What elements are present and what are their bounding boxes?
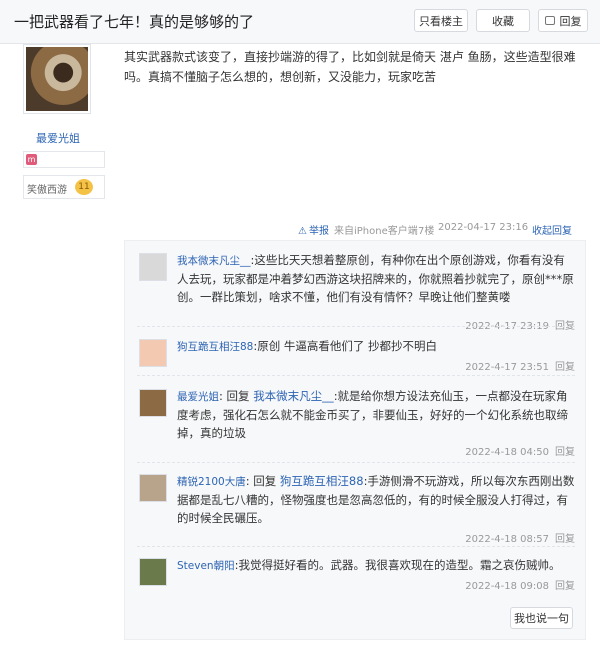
reply-button-label: 回复 [559,14,582,28]
author-only-button[interactable]: 只看楼主 [414,9,468,32]
reply-user[interactable]: 最爱光姐 [177,391,219,403]
reply-user[interactable]: 精锐2100大唐 [177,476,246,488]
author-name[interactable]: 最爱光姐 [14,130,102,146]
reply-button[interactable]: 回复 [538,9,588,32]
member-icon[interactable]: m [26,154,37,165]
reply-text: Steven朝阳:我觉得挺好看的。武器。我很喜欢现在的造型。霜之哀伤贼帅。 [177,556,575,575]
reply-meta: 2022-4-18 08:57 回复 [465,530,575,545]
reply-meta: 2022-4-18 09:08 回复 [465,577,575,592]
report-link[interactable]: ⚠ 举报 [298,222,329,237]
reply-meta: 2022-4-17 23:19 回复 [465,317,575,332]
reply-user[interactable]: 狗互跪互相汪88 [177,341,253,353]
author-sidebar: 最爱光姐 m 笑傲西游 11 [14,44,105,604]
reply-reply-button[interactable]: 回复 [555,534,575,545]
reply-target-user[interactable]: 狗互跪互相汪88 [280,474,364,488]
reply-meta: 2022-4-17 23:51 回复 [465,358,575,373]
level-name: 笑傲西游 [27,185,67,196]
reply-content: 我觉得挺好看的。武器。我很喜欢现在的造型。霜之哀伤贼帅。 [238,558,561,572]
reply-reply-button[interactable]: 回复 [555,362,575,373]
reply-text: 精锐2100大唐: 回复 狗互跪互相汪88:手游侧滑不玩游戏，所以每次东西刚出数… [177,472,575,527]
divider [137,326,575,327]
reply-avatar[interactable] [139,253,167,281]
thread-title: 一把武器看了七年！真的是够够的了 [14,13,255,31]
reply-time: 2022-4-18 09:08 [465,581,549,592]
reply-prefix: : 回复 [245,474,280,488]
reply-avatar[interactable] [139,339,167,367]
post-content: 其实武器款式该变了，直接抄端游的得了，比如剑就是倚天 湛卢 鱼肠，这些造型很难吗… [124,50,576,84]
reply-content: 原创 牛逼高看他们了 抄都抄不明白 [257,339,438,353]
reply-prefix: : 回复 [219,389,254,403]
level-number: 11 [75,179,93,195]
divider [137,462,575,463]
reply-user[interactable]: 我本微末凡尘__ [177,255,251,267]
divider [137,375,575,376]
member-badge-row: m [23,151,105,168]
reply-avatar[interactable] [139,558,167,586]
say-something-button[interactable]: 我也说一句 [510,607,573,629]
reply-time: 2022-4-17 23:51 [465,362,549,373]
reply-reply-button[interactable]: 回复 [555,581,575,592]
reply-text: 狗互跪互相汪88:原创 牛逼高看他们了 抄都抄不明白 [177,337,575,356]
reply-meta: 2022-4-18 04:50 回复 [465,443,575,458]
reply-avatar[interactable] [139,474,167,502]
post-time: 2022-04-17 23:16 [438,222,529,233]
reply-user[interactable]: Steven朝阳 [177,560,235,572]
author-avatar[interactable] [23,44,91,114]
comment-icon [544,16,555,25]
divider [137,546,575,547]
reply-avatar[interactable] [139,389,167,417]
fold-replies-link[interactable]: 收起回复 [532,222,572,237]
post-floor: 7楼 [418,226,435,237]
level-badge[interactable]: 笑傲西游 11 [23,175,105,199]
reply-target-user[interactable]: 我本微末凡尘__ [253,389,334,403]
collect-button[interactable]: 收藏 [476,9,530,32]
warning-icon: ⚠ [298,226,307,237]
reply-time: 2022-4-18 04:50 [465,447,549,458]
post-source: 来自iPhone客户端 [334,226,418,237]
reply-list: 我本微末凡尘__:这些比天天想着整原创，有种你在出个原创游戏，你看有没有人去玩，… [124,240,586,640]
reply-reply-button[interactable]: 回复 [555,447,575,458]
reply-text: 最爱光姐: 回复 我本微末凡尘__:就是给你想方设法充仙玉，一点都没在玩家角度考… [177,387,575,442]
reply-text: 我本微末凡尘__:这些比天天想着整原创，有种你在出个原创游戏，你看有没有人去玩，… [177,251,575,306]
post-tail: ⚠ 举报 来自iPhone客户端 7楼 2022-04-17 23:16 收起回复 [298,222,590,238]
avatar-image [26,47,88,111]
report-label: 举报 [308,226,329,237]
reply-time: 2022-4-18 08:57 [465,534,549,545]
thread-header: 一把武器看了七年！真的是够够的了 只看楼主 收藏 回复 [0,0,600,44]
